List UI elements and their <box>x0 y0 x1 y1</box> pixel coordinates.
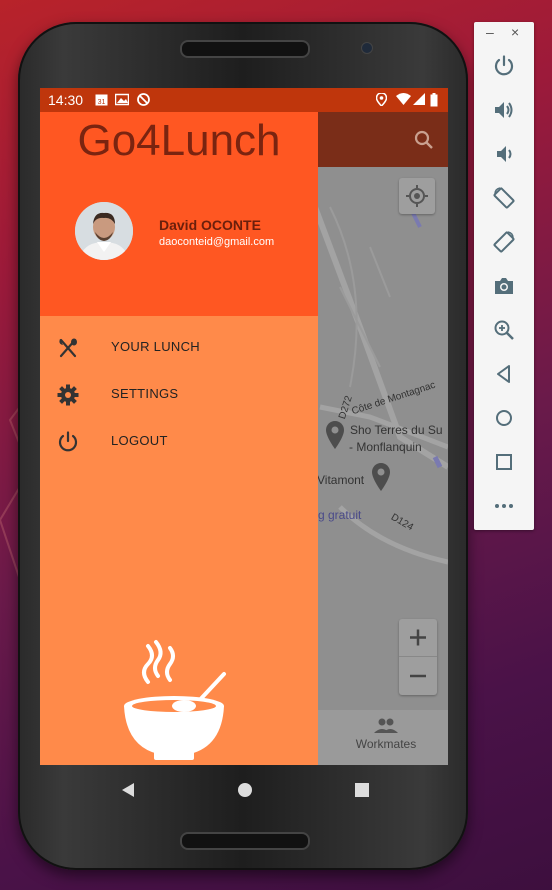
soup-bowl-icon <box>124 640 226 760</box>
zoom-icon[interactable] <box>492 318 516 342</box>
menu-item-logout[interactable]: LOGOUT <box>40 420 318 464</box>
search-icon[interactable] <box>414 130 434 150</box>
calendar-icon: 31 <box>95 94 108 106</box>
utensils-icon <box>59 338 77 358</box>
rotate-right-icon[interactable] <box>492 230 516 254</box>
plus-icon <box>410 629 426 646</box>
minimize-button[interactable]: – <box>486 24 494 40</box>
front-camera <box>361 42 373 54</box>
map-place-label: Sho Terres du Su <box>350 423 443 437</box>
back-icon[interactable] <box>492 362 516 386</box>
menu-item-label: YOUR LUNCH <box>111 339 200 354</box>
app-title: Go4Lunch <box>77 116 281 165</box>
home-icon[interactable] <box>237 782 253 798</box>
avatar[interactable] <box>75 202 133 260</box>
gear-icon <box>57 384 79 406</box>
map-zoom-out-button[interactable] <box>399 657 437 695</box>
map-marker-icon[interactable] <box>326 421 344 449</box>
status-time: 14:30 <box>48 92 84 108</box>
svg-text:31: 31 <box>98 99 106 106</box>
power-icon <box>58 431 78 452</box>
avatar-photo <box>75 202 133 260</box>
menu-item-your-lunch[interactable]: YOUR LUNCH <box>40 326 318 370</box>
volume-up-icon[interactable] <box>492 98 516 122</box>
map-zoom-in-button[interactable] <box>399 619 437 657</box>
gallery-icon <box>115 93 129 106</box>
bottom-speaker <box>180 832 310 850</box>
menu-item-settings[interactable]: SETTINGS <box>40 373 318 417</box>
overview-icon[interactable] <box>492 450 516 474</box>
more-icon[interactable] <box>492 494 516 518</box>
workmates-label: Workmates <box>355 737 417 751</box>
battery-icon <box>430 93 438 107</box>
top-speaker <box>180 40 310 58</box>
device-screen: 14:30 31 D272 Côte de Montagnac Sho Terr… <box>40 88 448 765</box>
android-nav-bar <box>40 765 448 815</box>
location-icon <box>376 93 387 106</box>
navigation-drawer: Go4Lunch David OCONTE daoconteid@gmail.c… <box>40 112 318 765</box>
map-place-label: - Monflanquin <box>349 440 422 454</box>
people-icon <box>374 718 398 733</box>
back-icon[interactable] <box>120 782 136 798</box>
zoom-controls <box>399 619 437 695</box>
home-icon[interactable] <box>492 406 516 430</box>
drawer-header: Go4Lunch David OCONTE daoconteid@gmail.c… <box>40 112 318 316</box>
emulator-control-panel: – × <box>474 22 534 530</box>
menu-item-label: SETTINGS <box>111 386 179 401</box>
my-location-button[interactable] <box>399 178 435 214</box>
my-location-icon <box>406 185 428 207</box>
volume-down-icon[interactable] <box>492 142 516 166</box>
map-place-label: Vitamont <box>317 473 365 487</box>
menu-item-label: LOGOUT <box>111 433 168 448</box>
camera-icon[interactable] <box>492 274 516 298</box>
user-name: David OCONTE <box>159 217 261 233</box>
do-not-disturb-icon <box>137 93 150 106</box>
workmates-tab[interactable]: Workmates <box>346 718 426 751</box>
wifi-icon <box>396 93 411 105</box>
close-button[interactable]: × <box>511 24 519 40</box>
user-email: daoconteid@gmail.com <box>159 236 275 248</box>
map-marker-icon[interactable] <box>372 463 390 491</box>
overview-icon[interactable] <box>354 782 370 798</box>
minus-icon <box>410 674 426 678</box>
phone-frame: 14:30 31 D272 Côte de Montagnac Sho Terr… <box>18 22 468 870</box>
status-bar: 14:30 31 <box>40 88 448 112</box>
rotate-left-icon[interactable] <box>492 186 516 210</box>
power-icon[interactable] <box>492 54 516 78</box>
signal-icon <box>413 93 425 105</box>
map-place-label: g gratuit <box>318 508 362 522</box>
